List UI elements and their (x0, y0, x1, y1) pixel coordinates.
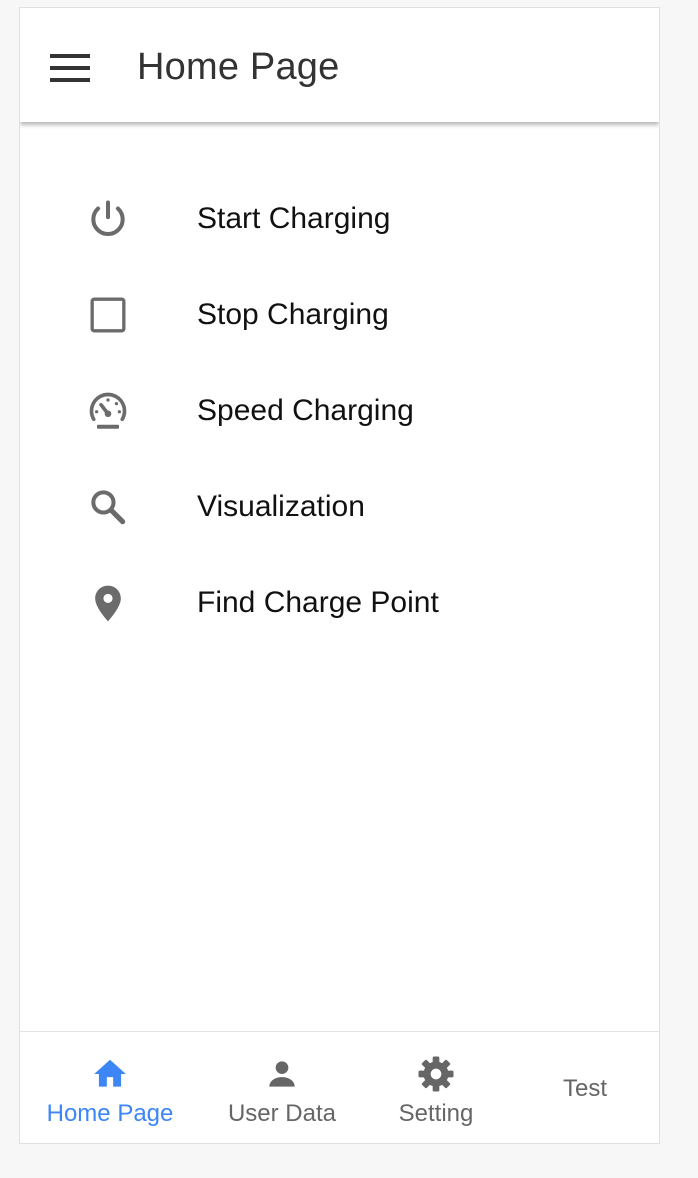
gear-icon (416, 1054, 456, 1094)
menu-button[interactable] (46, 44, 94, 92)
map-pin-icon (84, 579, 132, 627)
menu-item-label: Start Charging (197, 202, 391, 235)
menu-item-stop-charging[interactable]: Stop Charging (20, 267, 659, 363)
menu-item-label: Find Charge Point (197, 586, 439, 619)
menu-item-label: Visualization (197, 490, 365, 523)
power-icon (84, 195, 132, 243)
menu-item-start-charging[interactable]: Start Charging (20, 171, 659, 267)
menu-item-speed-charging[interactable]: Speed Charging (20, 363, 659, 459)
home-icon (90, 1054, 130, 1094)
page-title: Home Page (137, 46, 340, 88)
bottom-navigation: Home Page User Data Setting Test (20, 1031, 659, 1143)
speedometer-icon (84, 387, 132, 435)
app-window: Home Page Start Charging Stop Charging S… (19, 7, 660, 1144)
app-bar: Home Page (20, 8, 659, 122)
menu-item-visualization[interactable]: Visualization (20, 459, 659, 555)
menu-item-find-charge-point[interactable]: Find Charge Point (20, 555, 659, 651)
nav-item-user-data[interactable]: User Data (196, 1032, 368, 1143)
person-icon (262, 1054, 302, 1094)
nav-label: Home Page (46, 1100, 174, 1127)
menu-item-label: Stop Charging (197, 298, 389, 331)
nav-item-home-page[interactable]: Home Page (24, 1032, 196, 1143)
magnifier-icon (84, 483, 132, 531)
hamburger-menu-icon (50, 54, 90, 82)
menu-item-label: Speed Charging (197, 394, 414, 427)
nav-item-test[interactable]: Test (520, 1032, 650, 1143)
nav-label: Test (562, 1075, 607, 1102)
nav-label: User Data (227, 1100, 337, 1127)
nav-label: Setting (398, 1100, 474, 1127)
nav-item-setting[interactable]: Setting (368, 1032, 504, 1143)
square-stop-icon (84, 291, 132, 339)
